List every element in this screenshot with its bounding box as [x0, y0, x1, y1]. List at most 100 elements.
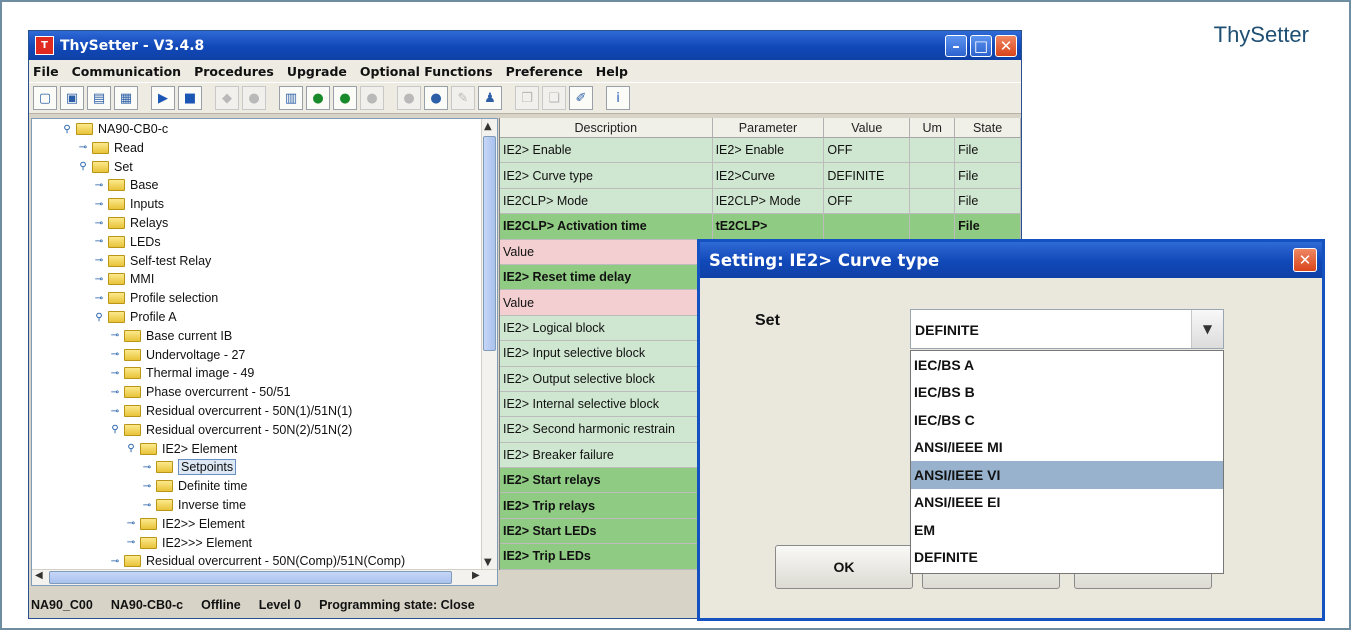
menu-item-file[interactable]: File — [33, 64, 59, 79]
table-row[interactable]: IE2> Enable IE2> Enable OFF File — [500, 138, 1021, 164]
tree-node[interactable]: ⊸ Inverse time — [140, 496, 246, 514]
tree-node[interactable]: ⊸ Residual overcurrent - 50N(1)/51N(1) — [108, 402, 353, 420]
collapsed-handle-icon[interactable]: ⊸ — [108, 330, 122, 341]
dropdown-option[interactable]: DEFINITE — [911, 544, 1223, 572]
menu-item-preference[interactable]: Preference — [506, 64, 583, 79]
dropdown-option[interactable]: EM — [911, 516, 1223, 544]
tree-node[interactable]: ⊸ Inputs — [92, 195, 164, 213]
new-file-icon[interactable]: ▢ — [33, 86, 57, 110]
collapsed-handle-icon[interactable]: ⊸ — [140, 462, 154, 473]
tree-node[interactable]: ⊸ Base — [92, 176, 159, 194]
column-header[interactable]: Parameter — [713, 118, 825, 137]
info-icon[interactable]: i — [606, 86, 630, 110]
collapsed-handle-icon[interactable]: ⊸ — [92, 180, 106, 191]
tree-node[interactable]: ⊸ Setpoints — [140, 458, 237, 476]
pen-icon[interactable]: ✎ — [451, 86, 475, 110]
collapsed-handle-icon[interactable]: ⊸ — [92, 218, 106, 229]
scroll-left-icon[interactable]: ◀ — [35, 570, 43, 581]
dropdown-option[interactable]: IEC/BS B — [911, 379, 1223, 407]
collapsed-handle-icon[interactable]: ⊸ — [140, 481, 154, 492]
dropdown-option[interactable]: ANSI/IEEE VI — [911, 461, 1223, 489]
paste-icon[interactable]: ❏ — [542, 86, 566, 110]
dropdown-option[interactable]: IEC/BS A — [911, 351, 1223, 379]
read-icon[interactable]: ◆ — [215, 86, 239, 110]
table-row[interactable]: IE2CLP> Activation time tE2CLP> File — [500, 214, 1021, 240]
project-tree[interactable]: ⚲ NA90-CB0-c ⊸ Read ⚲ Set ⊸ Base ⊸ Inputs ⊸ Relays ⊸… — [31, 118, 498, 586]
column-header[interactable]: Description — [500, 118, 713, 137]
collapsed-handle-icon[interactable]: ⊸ — [92, 255, 106, 266]
table-row[interactable]: IE2CLP> Mode IE2CLP> Mode OFF File — [500, 188, 1021, 215]
write-icon[interactable]: ● — [242, 86, 266, 110]
collapsed-handle-icon[interactable]: ⊸ — [108, 368, 122, 379]
collapsed-handle-icon[interactable]: ⊸ — [124, 518, 138, 529]
column-header[interactable]: Um — [910, 118, 956, 137]
collapsed-handle-icon[interactable]: ⊸ — [92, 236, 106, 247]
collapsed-handle-icon[interactable]: ⊸ — [140, 500, 154, 511]
tree-node[interactable]: ⊸ Undervoltage - 27 — [108, 346, 246, 364]
curve-type-options-list[interactable]: IEC/BS A IEC/BS B IEC/BS C ANSI/IEEE MI ANSI… — [910, 350, 1224, 574]
collapsed-handle-icon[interactable]: ⊸ — [108, 387, 122, 398]
dropdown-option[interactable]: ANSI/IEEE EI — [911, 489, 1223, 517]
column-header[interactable]: State — [955, 118, 1021, 137]
bomb-icon[interactable]: ● — [424, 86, 448, 110]
tree-node[interactable]: ⚲ Set — [76, 158, 132, 176]
tree-hscroll-thumb[interactable] — [49, 571, 452, 584]
menu-item-help[interactable]: Help — [596, 64, 628, 79]
person-icon[interactable]: ♟ — [478, 86, 502, 110]
menu-item-optional-functions[interactable]: Optional Functions — [360, 64, 493, 79]
save-icon[interactable]: ▦ — [114, 86, 138, 110]
tree-node[interactable]: ⚲ Profile A — [92, 308, 176, 326]
download-icon[interactable]: ● — [306, 86, 330, 110]
scroll-up-icon[interactable]: ▲ — [484, 121, 492, 132]
record-icon[interactable]: ● — [397, 86, 421, 110]
collapsed-handle-icon[interactable]: ⊸ — [92, 199, 106, 210]
stop-icon[interactable]: ■ — [178, 86, 202, 110]
tree-node[interactable]: ⊸ Phase overcurrent - 50/51 — [108, 383, 291, 401]
tree-node[interactable]: ⊸ Thermal image - 49 — [108, 364, 255, 382]
play-icon[interactable]: ▶ — [151, 86, 175, 110]
tree-node[interactable]: ⚲ Residual overcurrent - 50N(2)/51N(2) — [108, 421, 352, 439]
tree-node[interactable]: ⊸ LEDs — [92, 233, 161, 251]
upload-icon[interactable]: ● — [333, 86, 357, 110]
ok-button[interactable]: OK — [775, 545, 913, 589]
tree-node[interactable]: ⊸ Relays — [92, 214, 168, 232]
edit-icon[interactable]: ✐ — [569, 86, 593, 110]
expanded-handle-icon[interactable]: ⚲ — [108, 424, 122, 435]
tree-node[interactable]: ⊸ IE2>>> Element — [124, 534, 252, 552]
tree-node[interactable]: ⊸ IE2>> Element — [124, 515, 245, 533]
device-icon[interactable]: ▥ — [279, 86, 303, 110]
tree-vscroll-thumb[interactable] — [483, 136, 496, 351]
tree-node[interactable]: ⊸ Read — [76, 139, 144, 157]
dialog-close-button[interactable]: ✕ — [1293, 248, 1317, 272]
dropdown-arrow-button[interactable]: ▼ — [1191, 310, 1223, 348]
table-row[interactable]: IE2> Curve type IE2>Curve DEFINITE File — [500, 163, 1021, 189]
open-recent-icon[interactable]: ▤ — [87, 86, 111, 110]
scroll-down-icon[interactable]: ▼ — [484, 557, 492, 568]
dropdown-option[interactable]: IEC/BS C — [911, 406, 1223, 434]
tree-horizontal-scrollbar[interactable]: ◀ ▶ — [32, 569, 497, 585]
tree-vertical-scrollbar[interactable]: ▲ ▼ — [481, 119, 497, 571]
tree-node[interactable]: ⊸ Self-test Relay — [92, 252, 211, 270]
collapsed-handle-icon[interactable]: ⊸ — [108, 349, 122, 360]
collapsed-handle-icon[interactable]: ⊸ — [92, 274, 106, 285]
tree-node[interactable]: ⚲ IE2> Element — [124, 440, 237, 458]
close-button[interactable]: ✕ — [995, 34, 1017, 57]
collapsed-handle-icon[interactable]: ⊸ — [92, 293, 106, 304]
tree-node[interactable]: ⊸ Definite time — [140, 477, 248, 495]
compare-icon[interactable]: ● — [360, 86, 384, 110]
minimize-button[interactable]: – — [945, 34, 967, 57]
expanded-handle-icon[interactable]: ⚲ — [76, 161, 90, 172]
collapsed-handle-icon[interactable]: ⊸ — [108, 406, 122, 417]
scroll-right-icon[interactable]: ▶ — [472, 570, 480, 581]
maximize-button[interactable]: □ — [970, 34, 992, 57]
open-folder-icon[interactable]: ▣ — [60, 86, 84, 110]
collapsed-handle-icon[interactable]: ⊸ — [124, 537, 138, 548]
tree-node[interactable]: ⊸ MMI — [92, 270, 155, 288]
tree-node[interactable]: ⚲ NA90-CB0-c — [60, 120, 168, 138]
dropdown-option[interactable]: ANSI/IEEE MI — [911, 434, 1223, 462]
curve-type-select[interactable]: DEFINITE ▼ — [910, 309, 1224, 349]
collapsed-handle-icon[interactable]: ⊸ — [76, 142, 90, 153]
tree-node[interactable]: ⊸ Base current IB — [108, 327, 232, 345]
menu-item-communication[interactable]: Communication — [72, 64, 182, 79]
tree-node[interactable]: ⊸ Residual overcurrent - 50N(Comp)/51N(Co… — [108, 552, 405, 570]
